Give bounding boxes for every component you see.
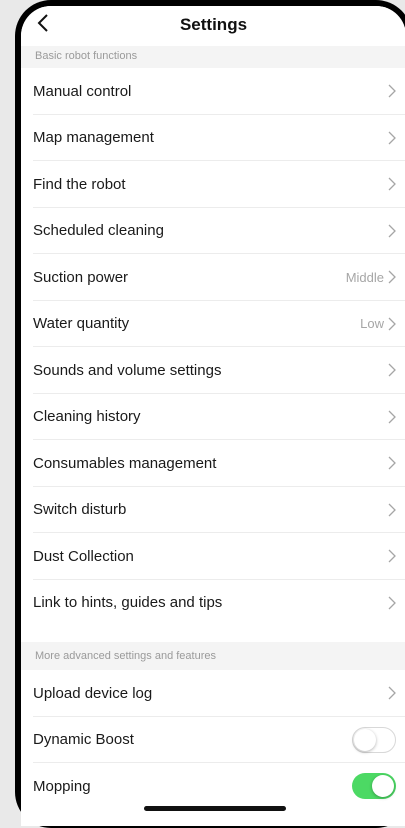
row-value: Middle bbox=[345, 269, 384, 285]
section-header-advanced: More advanced settings and features bbox=[21, 642, 405, 670]
dynamic-boost-toggle[interactable] bbox=[352, 726, 396, 753]
row-manual-control[interactable]: Manual control bbox=[21, 68, 405, 115]
toggle-knob bbox=[354, 728, 376, 751]
chevron-right-icon bbox=[388, 456, 396, 470]
chevron-right-icon bbox=[388, 410, 396, 424]
chevron-right-icon bbox=[388, 131, 396, 145]
row-cleaning-history[interactable]: Cleaning history bbox=[21, 393, 405, 440]
home-indicator bbox=[144, 806, 286, 811]
row-hints-guides-tips[interactable]: Link to hints, guides and tips bbox=[21, 579, 405, 626]
chevron-right-icon bbox=[388, 686, 396, 700]
settings-screen: Settings Basic robot functions Manual co… bbox=[21, 6, 405, 826]
row-label: Link to hints, guides and tips bbox=[33, 594, 223, 612]
row-suction-power[interactable]: Suction power Middle bbox=[21, 254, 405, 301]
row-label: Water quantity bbox=[33, 315, 130, 333]
chevron-right-icon bbox=[388, 177, 396, 191]
toggle-knob bbox=[372, 775, 394, 798]
row-label: Suction power bbox=[33, 268, 129, 286]
row-value: Low bbox=[360, 316, 384, 332]
row-consumables-management[interactable]: Consumables management bbox=[21, 440, 405, 487]
row-label: Scheduled cleaning bbox=[33, 222, 164, 240]
page-title: Settings bbox=[179, 15, 248, 34]
row-dynamic-boost: Dynamic Boost bbox=[21, 716, 405, 763]
row-label: Dynamic Boost bbox=[33, 731, 134, 749]
row-label: Dust Collection bbox=[33, 547, 134, 565]
chevron-right-icon bbox=[388, 363, 396, 377]
section-header-basic: Basic robot functions bbox=[21, 44, 405, 68]
row-label: Mopping bbox=[33, 777, 91, 795]
row-mopping: Mopping bbox=[21, 763, 405, 810]
mopping-toggle[interactable] bbox=[352, 773, 396, 800]
row-water-quantity[interactable]: Water quantity Low bbox=[21, 300, 405, 347]
row-label: Consumables management bbox=[33, 454, 217, 472]
row-scheduled-cleaning[interactable]: Scheduled cleaning bbox=[21, 207, 405, 254]
row-label: Manual control bbox=[33, 82, 132, 100]
chevron-right-icon bbox=[388, 503, 396, 517]
row-find-robot[interactable]: Find the robot bbox=[21, 161, 405, 208]
chevron-right-icon bbox=[388, 549, 396, 563]
top-bar: Settings bbox=[21, 6, 405, 46]
chevron-right-icon bbox=[388, 317, 396, 331]
chevron-right-icon bbox=[388, 270, 396, 284]
row-label: Cleaning history bbox=[33, 408, 141, 426]
row-dust-collection[interactable]: Dust Collection bbox=[21, 533, 405, 580]
chevron-right-icon bbox=[388, 224, 396, 238]
row-label: Map management bbox=[33, 129, 154, 147]
row-label: Switch disturb bbox=[33, 501, 127, 519]
chevron-right-icon bbox=[388, 596, 396, 610]
row-label: Upload device log bbox=[33, 684, 153, 702]
row-label: Sounds and volume settings bbox=[33, 361, 222, 379]
row-sounds-volume[interactable]: Sounds and volume settings bbox=[21, 347, 405, 394]
row-switch-disturb[interactable]: Switch disturb bbox=[21, 486, 405, 533]
row-upload-device-log[interactable]: Upload device log bbox=[21, 670, 405, 717]
chevron-right-icon bbox=[388, 84, 396, 98]
row-label: Find the robot bbox=[33, 175, 126, 193]
row-map-management[interactable]: Map management bbox=[21, 114, 405, 161]
